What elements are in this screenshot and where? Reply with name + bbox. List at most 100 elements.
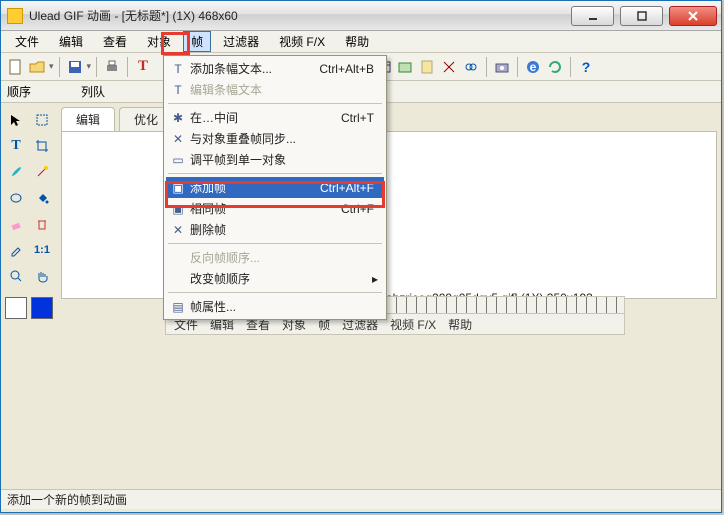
menuitem-add-banner-text[interactable]: T 添加条幅文本... Ctrl+Alt+B [166, 58, 384, 79]
tool-palette: T 1:1 [1, 103, 57, 489]
add-frame-icon: ▣ [170, 180, 186, 196]
menu-frame[interactable]: 帧 [183, 31, 211, 52]
wand-icon [35, 165, 49, 179]
menu-separator [168, 103, 382, 104]
text-button[interactable]: T [133, 57, 153, 77]
menuitem-sync[interactable]: ✕ 与对象重叠帧同步... [166, 128, 384, 149]
magnifier-icon [9, 269, 23, 283]
text-icon: T [11, 138, 20, 154]
menuitem-frame-props[interactable]: ▤ 帧属性... [166, 296, 384, 317]
menu-separator [168, 173, 382, 174]
help-icon: ? [582, 59, 591, 75]
menu-file[interactable]: 文件 [7, 31, 47, 52]
save-disk-icon [67, 59, 83, 75]
save-button[interactable] [65, 57, 85, 77]
frame-menu-dropdown: T 添加条幅文本... Ctrl+Alt+B T 编辑条幅文本 ✱ 在…中间 C… [163, 55, 387, 320]
maximize-icon [636, 10, 648, 22]
text-tool[interactable]: T [5, 135, 27, 157]
menuitem-delete-frame[interactable]: ✕ 删除帧 [166, 219, 384, 240]
child-menu-help[interactable]: 帮助 [448, 316, 472, 333]
menuitem-reverse-order: 反向帧顺序... [166, 247, 384, 268]
menu-edit[interactable]: 编辑 [51, 31, 91, 52]
marquee-icon [35, 113, 49, 127]
menuitem-flatten[interactable]: ▭ 调平帧到单一对象 [166, 149, 384, 170]
close-button[interactable] [669, 6, 717, 26]
text-icon: T [138, 58, 148, 75]
print-button[interactable] [102, 57, 122, 77]
status-bar: 添加一个新的帧到动画 [1, 489, 721, 509]
crop-tool[interactable] [31, 135, 53, 157]
trash-tool[interactable] [31, 213, 53, 235]
minimize-icon [587, 10, 599, 22]
brush-icon [9, 165, 23, 179]
window-title: Ulead GIF 动画 - [无标题*] (1X) 468x60 [29, 7, 571, 24]
menu-object[interactable]: 对象 [139, 31, 179, 52]
tab-edit[interactable]: 编辑 [61, 107, 115, 131]
maximize-button[interactable] [620, 6, 663, 26]
camera-icon [494, 59, 510, 75]
status-text: 添加一个新的帧到动画 [7, 491, 127, 508]
child-menu-videofx[interactable]: 视频 F/X [390, 316, 436, 333]
close-icon [687, 10, 699, 22]
menuitem-change-order[interactable]: 改变帧顺序 [166, 268, 384, 289]
title-bar: Ulead GIF 动画 - [无标题*] (1X) 468x60 [1, 1, 721, 31]
eyedropper-tool[interactable] [5, 239, 27, 261]
minimize-button[interactable] [571, 6, 614, 26]
workspace-tabs: 编辑 优化 [61, 107, 717, 132]
dropdown-arrow-icon: ▾ [87, 61, 92, 72]
zoom-11-icon: 1:1 [34, 244, 50, 256]
hand-tool[interactable] [31, 265, 53, 287]
foreground-color-swatch[interactable] [5, 297, 27, 319]
props-icon: ▤ [170, 299, 186, 315]
toolbar-button[interactable] [461, 57, 481, 77]
new-button[interactable] [5, 57, 25, 77]
marquee-tool[interactable] [31, 109, 53, 131]
menuitem-between[interactable]: ✱ 在…中间 Ctrl+T [166, 107, 384, 128]
toolbar-button[interactable] [439, 57, 459, 77]
menuitem-add-frame[interactable]: ▣ 添加帧 Ctrl+Alt+F [166, 177, 384, 198]
link-icon [463, 59, 479, 75]
toolbar-button[interactable] [545, 57, 565, 77]
menuitem-same-frame[interactable]: ▣ 相同帧 Ctrl+F [166, 198, 384, 219]
eraser-tool[interactable] [5, 213, 27, 235]
wand-tool[interactable] [31, 161, 53, 183]
pointer-icon [9, 113, 23, 127]
new-doc-icon [7, 59, 23, 75]
sync-icon: ✕ [170, 131, 186, 147]
toolbar-button[interactable] [395, 57, 415, 77]
bucket-tool[interactable] [31, 187, 53, 209]
refresh-icon [547, 59, 563, 75]
delete-frame-icon: ✕ [170, 222, 186, 238]
app-icon [7, 8, 23, 24]
menuitem-edit-banner-text: T 编辑条幅文本 [166, 79, 384, 100]
help-button[interactable]: ? [576, 57, 596, 77]
open-button[interactable] [27, 57, 47, 77]
zoom-tool[interactable] [5, 265, 27, 287]
print-icon [104, 59, 120, 75]
background-color-swatch[interactable] [31, 297, 53, 319]
menu-videofx[interactable]: 视频 F/X [271, 31, 333, 52]
brush-tool[interactable] [5, 161, 27, 183]
bucket-icon [35, 191, 49, 205]
menu-filters[interactable]: 过滤器 [215, 31, 267, 52]
clipboard-icon [419, 59, 435, 75]
ellipse-icon [9, 191, 23, 205]
globe-icon: e [525, 59, 541, 75]
canvas-area[interactable] [61, 131, 717, 299]
hand-icon [35, 269, 49, 283]
menu-help[interactable]: 帮助 [337, 31, 377, 52]
web-button[interactable]: e [523, 57, 543, 77]
zoom-actual-tool[interactable]: 1:1 [31, 239, 53, 261]
same-frame-icon: ▣ [170, 201, 186, 217]
text-add-icon: T [170, 61, 186, 77]
toolbar-button[interactable] [417, 57, 437, 77]
menu-view[interactable]: 查看 [95, 31, 135, 52]
ellipse-tool[interactable] [5, 187, 27, 209]
pointer-tool[interactable] [5, 109, 27, 131]
shortcut-label: Ctrl+F [341, 202, 384, 216]
cut-icon [441, 59, 457, 75]
flatten-icon: ▭ [170, 152, 186, 168]
crop-icon [35, 139, 49, 153]
toolbar-button[interactable] [492, 57, 512, 77]
dropdown-arrow-icon: ▾ [49, 61, 54, 72]
